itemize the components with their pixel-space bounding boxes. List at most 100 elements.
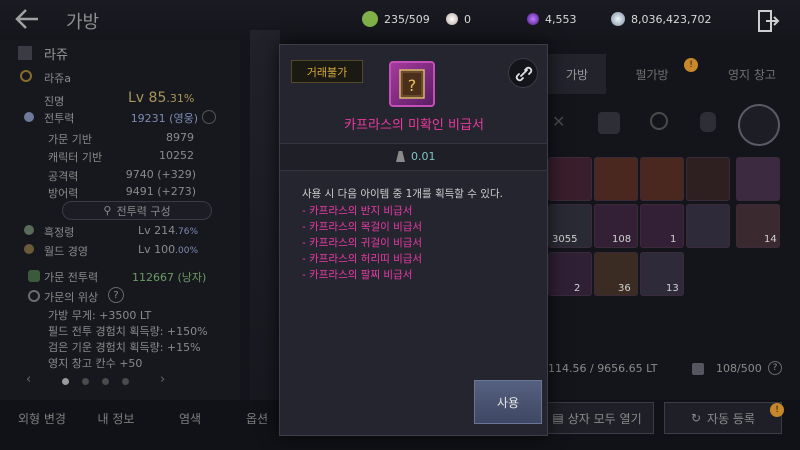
item-option: - 카프라스의 허리띠 비급서 bbox=[302, 253, 423, 265]
slot-count: 3055 bbox=[552, 234, 578, 245]
stat-value: 9491 (+273) bbox=[125, 185, 196, 198]
box-icon: ▤ bbox=[552, 411, 564, 425]
item-option: - 카프라스의 목걸이 비급서 bbox=[302, 221, 423, 233]
pearl-icon bbox=[446, 13, 458, 25]
family-bonus: 영지 창고 칸수 +50 bbox=[48, 357, 143, 370]
world-icon bbox=[24, 244, 34, 254]
slot-count: 36 bbox=[618, 283, 631, 294]
cp-icon bbox=[24, 112, 34, 122]
inventory-slot[interactable] bbox=[594, 157, 638, 201]
title-icon bbox=[20, 70, 32, 82]
search-icon: ⚲ bbox=[103, 204, 112, 217]
inventory-slot[interactable] bbox=[686, 204, 730, 248]
family-bonus: 필드 전투 경험치 획득량: +150% bbox=[48, 325, 208, 338]
slot-usage: 108/500 bbox=[716, 362, 762, 375]
grade-icon bbox=[202, 110, 216, 124]
stat-label: 공격력 bbox=[48, 170, 79, 183]
character-name: 라쥬 bbox=[44, 48, 68, 63]
stat-label: 캐릭터 기반 bbox=[48, 151, 103, 164]
inventory-slot[interactable] bbox=[736, 157, 780, 201]
appearance-button[interactable]: 외형 변경 bbox=[10, 401, 74, 435]
currency-pearl: 0 bbox=[446, 9, 471, 29]
family-status-icon bbox=[28, 290, 40, 302]
spirit-value: Lv 214.76% bbox=[138, 224, 199, 237]
purple-gem-icon bbox=[527, 13, 539, 25]
inventory-slot[interactable] bbox=[594, 252, 638, 296]
item-option: - 카프라스의 반지 비급서 bbox=[302, 205, 413, 217]
use-button[interactable]: 사용 bbox=[474, 380, 542, 424]
help-icon[interactable]: ? bbox=[108, 287, 124, 303]
inventory-slot[interactable] bbox=[548, 252, 592, 296]
alert-badge: ! bbox=[770, 403, 784, 417]
stat-label: 방어력 bbox=[48, 187, 79, 200]
back-arrow-icon[interactable] bbox=[14, 8, 40, 36]
cp-compose-button[interactable]: ⚲ 전투력 구성 bbox=[62, 201, 212, 220]
level-value: Lv 85.31% bbox=[128, 90, 195, 106]
link-button[interactable] bbox=[508, 58, 538, 88]
inventory-slot[interactable] bbox=[640, 157, 684, 201]
slot-count: 13 bbox=[666, 283, 679, 294]
page-dot[interactable] bbox=[102, 378, 109, 385]
book-icon: ? bbox=[389, 61, 435, 107]
currency-silver: 8,036,423,702 bbox=[611, 9, 711, 29]
help-icon[interactable]: ? bbox=[768, 361, 782, 375]
svg-text:?: ? bbox=[408, 76, 417, 95]
world-label: 월드 경영 bbox=[44, 245, 88, 258]
weapon-filter-icon[interactable]: ✕ bbox=[552, 112, 574, 134]
consumable-filter-icon[interactable] bbox=[738, 104, 780, 146]
alert-badge: ! bbox=[684, 58, 698, 72]
next-page-icon[interactable]: › bbox=[160, 372, 165, 387]
exit-icon[interactable] bbox=[756, 9, 780, 33]
page-dot[interactable] bbox=[122, 378, 129, 385]
weight-text: 114.56 / 9656.65 LT bbox=[548, 362, 658, 375]
tab-bag[interactable]: 가방 bbox=[548, 54, 606, 94]
stat-value: 9740 (+329) bbox=[125, 168, 196, 181]
item-description: 사용 시 다음 아이템 중 1개를 획득할 수 있다. bbox=[302, 188, 503, 200]
refresh-icon: ↻ bbox=[690, 411, 702, 425]
inventory-slot[interactable] bbox=[686, 157, 730, 201]
my-info-button[interactable]: 내 정보 bbox=[84, 401, 148, 435]
family-bonus: 검은 기운 경험치 획득량: +15% bbox=[48, 341, 201, 354]
slot-count: 2 bbox=[574, 283, 581, 294]
inventory-slot[interactable] bbox=[640, 204, 684, 248]
energy-icon bbox=[362, 11, 378, 27]
item-option: - 카프라스의 팔찌 비급서 bbox=[302, 269, 413, 281]
page-dot[interactable] bbox=[82, 378, 89, 385]
currency-purple-gem: 4,553 bbox=[527, 9, 577, 29]
options-button[interactable]: 옵션 bbox=[232, 401, 282, 435]
character-model bbox=[250, 30, 280, 400]
slot-count: 14 bbox=[764, 234, 777, 245]
weight-value: 0.01 bbox=[411, 150, 436, 163]
family-bonus: 가방 무게: +3500 LT bbox=[48, 309, 152, 322]
stat-value: 8979 bbox=[166, 131, 194, 144]
tab-territory-storage[interactable]: 영지 창고 bbox=[706, 54, 798, 94]
family-cp-label: 가문 전투력 bbox=[44, 271, 99, 284]
open-all-boxes-button[interactable]: ▤ 상자 모두 열기 bbox=[540, 402, 654, 434]
armor-filter-icon[interactable] bbox=[598, 112, 620, 134]
family-cp-icon bbox=[28, 270, 40, 282]
character-icon bbox=[18, 46, 32, 60]
page-title: 가방 bbox=[66, 12, 100, 33]
prev-page-icon[interactable]: ‹ bbox=[26, 372, 31, 387]
item-option: - 카프라스의 귀걸이 비급서 bbox=[302, 237, 423, 249]
stat-value: 10252 bbox=[159, 149, 194, 162]
family-cp-value: 112667 (낭자) bbox=[132, 271, 207, 284]
sub-name: 라쥬a bbox=[44, 72, 71, 85]
spirit-icon bbox=[24, 225, 34, 235]
family-status-label: 가문의 위상 bbox=[44, 291, 99, 304]
cp-label: 전투력 bbox=[44, 112, 75, 125]
ring-filter-icon[interactable] bbox=[650, 112, 668, 130]
currency-energy: 235/509 bbox=[362, 9, 430, 29]
crystal-filter-icon[interactable] bbox=[700, 112, 716, 132]
link-icon bbox=[515, 66, 533, 82]
slot-count: 108 bbox=[612, 234, 632, 245]
auto-register-button[interactable]: ↻ 자동 등록 bbox=[664, 402, 782, 434]
dye-button[interactable]: 염색 bbox=[158, 401, 222, 435]
cp-value: 19231 (영웅) bbox=[130, 112, 198, 125]
spirit-label: 흑정령 bbox=[44, 226, 75, 239]
page-dot[interactable] bbox=[62, 378, 69, 385]
tab-pearl-bag[interactable]: 펄가방 bbox=[610, 54, 694, 94]
slot-count: 1 bbox=[670, 234, 677, 245]
inventory-slot[interactable] bbox=[548, 157, 592, 201]
untradeable-tag: 거래불가 bbox=[291, 60, 363, 83]
